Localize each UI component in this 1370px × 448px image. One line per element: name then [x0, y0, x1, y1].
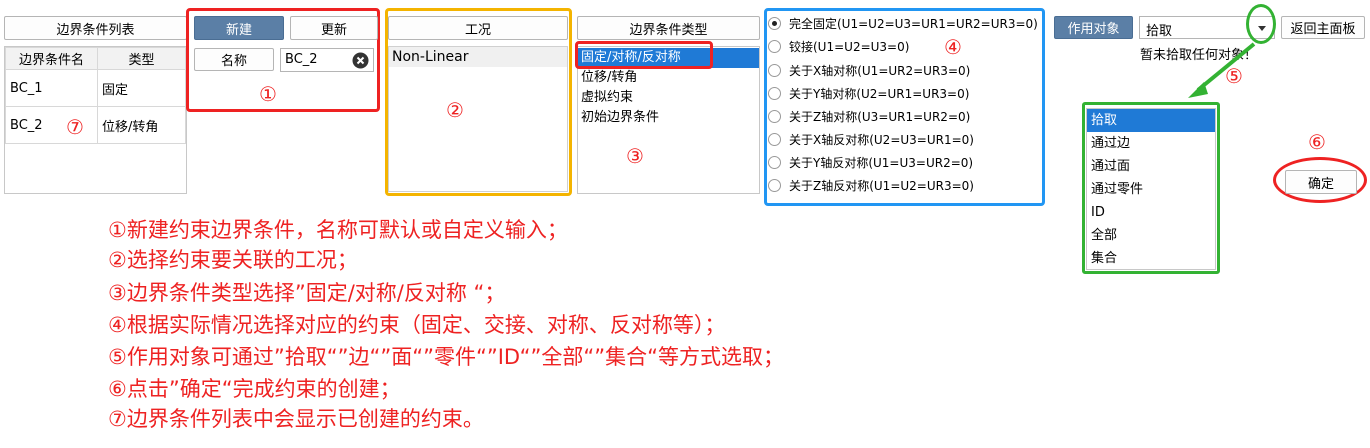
radio-label: 铰接(U1=U2=U3=0)	[789, 39, 910, 54]
marker-2: ②	[446, 98, 464, 122]
radio-option-hinged[interactable]: 铰接(U1=U2=U3=0)	[768, 35, 909, 57]
target-dropdown-list[interactable]: 拾取 通过边 通过面 通过零件 ID 全部 集合	[1086, 108, 1216, 270]
radio-icon	[768, 39, 781, 53]
table-row[interactable]: BC_2 位移/转角	[5, 106, 186, 144]
radio-label: 关于Z轴反对称(U1=U2=UR3=0)	[789, 178, 974, 193]
note-line-3: ③边界条件类型选择”固定/对称/反对称 “；	[108, 281, 506, 305]
radio-option-fully-fixed[interactable]: 完全固定(U1=U2=U3=UR1=UR2=UR3=0)	[768, 12, 1038, 34]
load-case-item[interactable]: Non-Linear	[389, 47, 567, 67]
bc-type-item-virtual[interactable]: 虚拟约束	[578, 88, 759, 108]
confirm-button[interactable]: 确定	[1285, 170, 1357, 194]
dropdown-option-face[interactable]: 通过面	[1087, 155, 1215, 178]
radio-option-y-antisymmetric[interactable]: 关于Y轴反对称(U1=U3=UR2=0)	[768, 151, 973, 173]
update-button[interactable]: 更新	[290, 16, 378, 40]
marker-5: ⑤	[1225, 64, 1243, 88]
marker-6: ⑥	[1308, 130, 1326, 154]
column-header-name: 边界条件名	[5, 47, 98, 70]
radio-icon	[768, 132, 781, 146]
bc-name-text: BC_2	[10, 117, 43, 133]
dropdown-highlight-ring	[1246, 4, 1276, 44]
radio-icon	[768, 86, 781, 100]
dropdown-option-id[interactable]: ID	[1087, 201, 1215, 224]
back-to-main-button[interactable]: 返回主面板	[1281, 16, 1365, 39]
radio-label: 关于X轴反对称(U2=U3=UR1=0)	[789, 132, 974, 147]
load-case-header: 工况	[388, 16, 568, 40]
dropdown-option-all[interactable]: 全部	[1087, 224, 1215, 247]
note-line-6: ⑥点击”确定“完成约束的创建；	[108, 377, 401, 401]
radio-label: 关于Y轴反对称(U1=U3=UR2=0)	[789, 155, 974, 170]
bc-type-item-displacement[interactable]: 位移/转角	[578, 68, 759, 88]
bc-type-cell: 位移/转角	[97, 106, 186, 144]
dropdown-option-part[interactable]: 通过零件	[1087, 178, 1215, 201]
load-case-list[interactable]: Non-Linear	[388, 46, 568, 192]
note-line-2: ②选择约束要关联的工况；	[108, 248, 358, 272]
table-header-row: 边界条件名 类型	[5, 47, 186, 70]
note-line-4: ④根据实际情况选择对应的约束（固定、交接、对称、反对称等）；	[108, 313, 726, 337]
marker-3: ③	[626, 144, 644, 168]
marker-7: ⑦	[66, 115, 84, 139]
bc-table: 边界条件名 类型 BC_1 固定 BC_2 位移/转角	[5, 47, 186, 144]
clear-icon[interactable]	[352, 52, 369, 69]
target-select-value: 拾取	[1146, 24, 1173, 39]
dropdown-option-pick[interactable]: 拾取	[1087, 109, 1215, 132]
radio-option-z-antisymmetric[interactable]: 关于Z轴反对称(U1=U2=UR3=0)	[768, 174, 974, 196]
radio-label: 关于X轴对称(U1=UR2=UR3=0)	[789, 63, 971, 78]
radio-option-y-symmetric[interactable]: 关于Y轴对称(U2=UR1=UR3=0)	[768, 82, 969, 104]
radio-icon	[768, 178, 781, 192]
new-button[interactable]: 新建	[194, 16, 284, 40]
radio-icon	[768, 109, 781, 123]
marker-4: ④	[944, 35, 962, 59]
bc-type-item-initial[interactable]: 初始边界条件	[578, 108, 759, 128]
radio-option-x-symmetric[interactable]: 关于X轴对称(U1=UR2=UR3=0)	[768, 59, 970, 81]
target-object-button[interactable]: 作用对象	[1054, 16, 1133, 39]
note-line-5: ⑤作用对象可通过”拾取“”边“”面“”零件“”ID“”全部“”集合“等方式选取；	[108, 345, 785, 369]
radio-icon	[768, 63, 781, 77]
name-input-value: BC_2	[285, 52, 318, 67]
dropdown-option-set[interactable]: 集合	[1087, 247, 1215, 270]
bc-list-table: 边界条件名 类型 BC_1 固定 BC_2 位移/转角	[4, 46, 187, 194]
radio-label: 关于Y轴对称(U2=UR1=UR3=0)	[789, 86, 970, 101]
radio-label: 完全固定(U1=U2=U3=UR1=UR2=UR3=0)	[789, 16, 1038, 31]
marker-1: ①	[259, 82, 277, 106]
name-label-button: 名称	[194, 48, 274, 71]
column-header-type: 类型	[97, 47, 186, 70]
highlight-box-3	[575, 41, 713, 69]
arrow-pointer-icon	[1188, 42, 1256, 98]
table-row[interactable]: BC_1 固定	[5, 69, 186, 107]
bc-list-title-button[interactable]: 边界条件列表	[4, 16, 187, 40]
bc-type-cell: 固定	[97, 69, 186, 107]
radio-label: 关于Z轴对称(U3=UR1=UR2=0)	[789, 109, 971, 124]
radio-option-x-antisymmetric[interactable]: 关于X轴反对称(U2=U3=UR1=0)	[768, 128, 974, 150]
name-input[interactable]: BC_2	[280, 48, 374, 72]
note-line-7: ⑦边界条件列表中会显示已创建的约束。	[108, 407, 484, 431]
radio-option-z-symmetric[interactable]: 关于Z轴对称(U3=UR1=UR2=0)	[768, 105, 970, 127]
bc-type-header: 边界条件类型	[577, 16, 760, 40]
dropdown-option-edge[interactable]: 通过边	[1087, 132, 1215, 155]
radio-icon	[768, 155, 781, 169]
radio-checked-icon	[768, 16, 781, 30]
bc-name-cell: BC_1	[5, 69, 98, 107]
note-line-1: ①新建约束边界条件，名称可默认或自定义输入；	[108, 218, 568, 242]
